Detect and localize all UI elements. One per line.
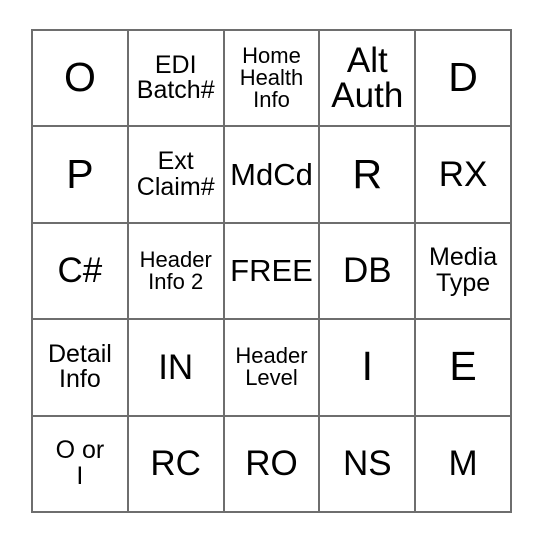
bingo-cell-label: E bbox=[449, 343, 477, 390]
bingo-cell[interactable]: RX bbox=[416, 127, 512, 224]
bingo-row: C# Header Info 2 FREE DB Media Type bbox=[33, 223, 512, 321]
bingo-row: Detail Info IN Header Level I E bbox=[33, 320, 512, 417]
bingo-cell-label: Media Type bbox=[429, 243, 498, 297]
bingo-cell[interactable]: Media Type bbox=[416, 223, 512, 321]
bingo-cell[interactable]: DB bbox=[320, 223, 417, 321]
bingo-cell-label: IN bbox=[158, 347, 194, 387]
bingo-cell-label: M bbox=[448, 443, 478, 483]
bingo-cell[interactable]: C# bbox=[33, 223, 129, 321]
bingo-row: O or I RC RO NS M bbox=[33, 416, 512, 513]
bingo-cell-label: D bbox=[448, 54, 478, 101]
bingo-cell[interactable]: EDI Batch# bbox=[128, 31, 225, 128]
bingo-cell-label: Home Health Info bbox=[239, 42, 304, 113]
bingo-cell[interactable]: Home Health Info bbox=[224, 31, 321, 128]
bingo-cell[interactable]: Detail Info bbox=[33, 320, 129, 417]
bingo-cell-label: RC bbox=[150, 443, 201, 483]
bingo-cell-label: NS bbox=[342, 443, 392, 483]
bingo-cell[interactable]: M bbox=[416, 416, 512, 513]
bingo-cell[interactable]: O bbox=[33, 31, 129, 128]
bingo-cell[interactable]: NS bbox=[320, 416, 417, 513]
bingo-cell[interactable]: Ext Claim# bbox=[128, 127, 225, 224]
bingo-cell-label: RO bbox=[245, 443, 298, 483]
bingo-cell[interactable]: RC bbox=[128, 416, 225, 513]
bingo-cell-label: O or I bbox=[55, 436, 105, 490]
bingo-cell[interactable]: Header Level bbox=[224, 320, 321, 417]
bingo-cell[interactable]: MdCd bbox=[224, 127, 321, 224]
bingo-cell-label: C# bbox=[57, 251, 103, 291]
bingo-cell[interactable]: E bbox=[416, 320, 512, 417]
bingo-cell[interactable]: Alt Auth bbox=[320, 31, 417, 128]
bingo-cell-label: MdCd bbox=[230, 156, 313, 192]
bingo-cell-label: P bbox=[66, 150, 94, 197]
bingo-row: P Ext Claim# MdCd R RX bbox=[33, 127, 512, 224]
bingo-cell-label: O bbox=[63, 54, 96, 101]
bingo-cell-label: Header Level bbox=[235, 342, 308, 391]
bingo-cell[interactable]: P bbox=[33, 127, 129, 224]
bingo-row: O EDI Batch# Home Health Info Alt Auth D bbox=[33, 31, 512, 128]
bingo-cell[interactable]: Header Info 2 bbox=[128, 223, 225, 321]
bingo-cell[interactable]: D bbox=[416, 31, 512, 128]
bingo-cell[interactable]: I bbox=[320, 320, 417, 417]
bingo-cell[interactable]: IN bbox=[128, 320, 225, 417]
bingo-card: O EDI Batch# Home Health Info Alt Auth D P Ext… bbox=[31, 29, 512, 513]
bingo-cell[interactable]: FREE bbox=[224, 223, 321, 321]
bingo-cell[interactable]: RO bbox=[224, 416, 321, 513]
bingo-cell-label: Alt Auth bbox=[331, 40, 404, 116]
bingo-cell-label: DB bbox=[342, 251, 392, 291]
bingo-cell-label: Ext Claim# bbox=[136, 147, 215, 201]
bingo-cell-label: Header Info 2 bbox=[139, 246, 212, 294]
bingo-cell-label: Detail Info bbox=[47, 339, 112, 394]
bingo-cell-label: FREE bbox=[230, 253, 313, 289]
bingo-cell-label: RX bbox=[438, 154, 488, 194]
bingo-cell-label: EDI Batch# bbox=[136, 50, 215, 105]
bingo-cell-label: R bbox=[352, 150, 383, 197]
bingo-cell[interactable]: O or I bbox=[33, 416, 129, 513]
bingo-cell[interactable]: R bbox=[320, 127, 417, 224]
bingo-cell-label: I bbox=[361, 343, 373, 390]
